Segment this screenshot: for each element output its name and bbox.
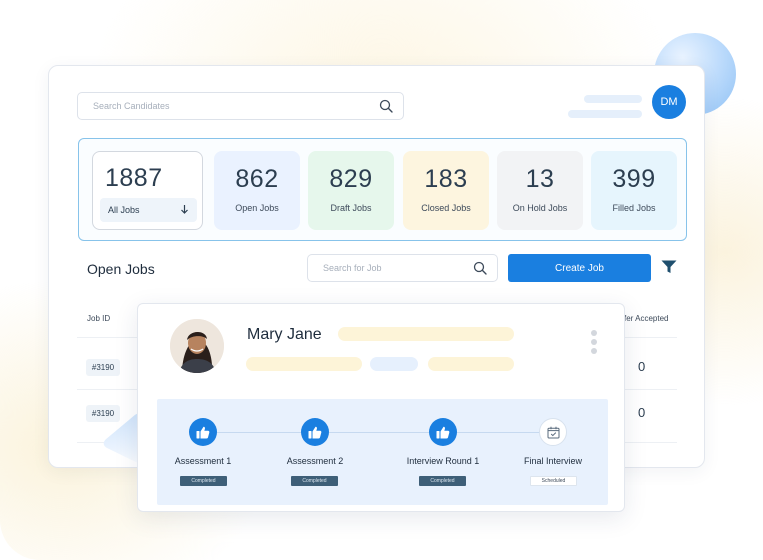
info-placeholder-pill <box>370 357 418 371</box>
candidate-name: Mary Jane <box>247 326 322 343</box>
arrow-down-icon <box>180 204 189 216</box>
stat-filled-jobs[interactable]: 399 Filled Jobs <box>591 151 677 230</box>
status-badge: Completed <box>419 476 466 486</box>
all-jobs-dropdown[interactable]: All Jobs <box>100 198 197 222</box>
stat-open-jobs[interactable]: 862 Open Jobs <box>214 151 300 230</box>
create-job-button[interactable]: Create Job <box>508 254 651 282</box>
header-placeholder-bar <box>568 110 642 118</box>
stat-draft-jobs[interactable]: 829 Draft Jobs <box>308 151 394 230</box>
stat-label: Filled Jobs <box>612 203 656 213</box>
job-search-input[interactable]: Search for Job <box>307 254 498 282</box>
offer-accepted-cell: 0 <box>638 405 646 420</box>
stat-all-jobs[interactable]: 1887 All Jobs <box>92 151 203 230</box>
stat-label: All Jobs <box>108 205 140 215</box>
header-placeholder-bar <box>584 95 642 103</box>
search-icon[interactable] <box>379 99 393 113</box>
job-stats-panel: 1887 All Jobs 862 Open Jobs 829 Draft Jo… <box>78 138 687 241</box>
stat-label: Draft Jobs <box>330 203 372 213</box>
progress-connector <box>329 432 429 433</box>
step-label: Interview Round 1 <box>406 456 480 466</box>
step-label: Assessment 2 <box>286 456 344 466</box>
search-icon[interactable] <box>473 261 487 275</box>
stat-value: 1887 <box>105 164 163 192</box>
user-avatar[interactable]: DM <box>652 85 686 119</box>
thumbs-up-icon <box>189 418 217 446</box>
stat-label: Open Jobs <box>235 203 279 213</box>
stat-value: 399 <box>612 165 656 193</box>
interview-progress: Assessment 1 Assessment 2 Interview Roun… <box>157 399 608 505</box>
status-badge: Completed <box>291 476 338 486</box>
info-placeholder-pill <box>428 357 514 371</box>
step-label: Final Interview <box>523 456 583 466</box>
candidate-card[interactable]: Mary Jane Assessment 1 Assessment 2 Inte… <box>137 303 625 512</box>
info-placeholder-pill <box>246 357 362 371</box>
job-id-cell[interactable]: #3190 <box>86 359 120 376</box>
thumbs-up-icon <box>301 418 329 446</box>
section-title: Open Jobs <box>87 261 155 277</box>
stat-value: 13 <box>525 165 555 193</box>
progress-connector <box>456 432 539 433</box>
filter-icon[interactable] <box>661 260 677 274</box>
stat-value: 829 <box>329 165 373 193</box>
stat-value: 183 <box>424 165 468 193</box>
calendar-check-icon <box>539 418 567 446</box>
stat-closed-jobs[interactable]: 183 Closed Jobs <box>403 151 489 230</box>
stat-on-hold-jobs[interactable]: 13 On Hold Jobs <box>497 151 583 230</box>
thumbs-up-icon <box>429 418 457 446</box>
column-header-job-id: Job ID <box>87 314 111 323</box>
stat-value: 862 <box>235 165 279 193</box>
more-options-icon[interactable] <box>591 330 597 354</box>
job-search-placeholder: Search for Job <box>323 263 382 273</box>
offer-accepted-cell: 0 <box>638 359 646 374</box>
search-candidates-input[interactable]: Search Candidates <box>77 92 404 120</box>
search-placeholder: Search Candidates <box>93 101 170 111</box>
stat-label: Closed Jobs <box>421 203 471 213</box>
status-badge: Scheduled <box>530 476 577 486</box>
step-label: Assessment 1 <box>174 456 232 466</box>
stat-label: On Hold Jobs <box>512 203 568 213</box>
candidate-avatar <box>170 319 224 373</box>
status-badge: Completed <box>180 476 227 486</box>
info-placeholder-pill <box>338 327 514 341</box>
column-header-offer-accepted: fer Accepted <box>624 314 669 323</box>
job-id-cell[interactable]: #3190 <box>86 405 120 422</box>
